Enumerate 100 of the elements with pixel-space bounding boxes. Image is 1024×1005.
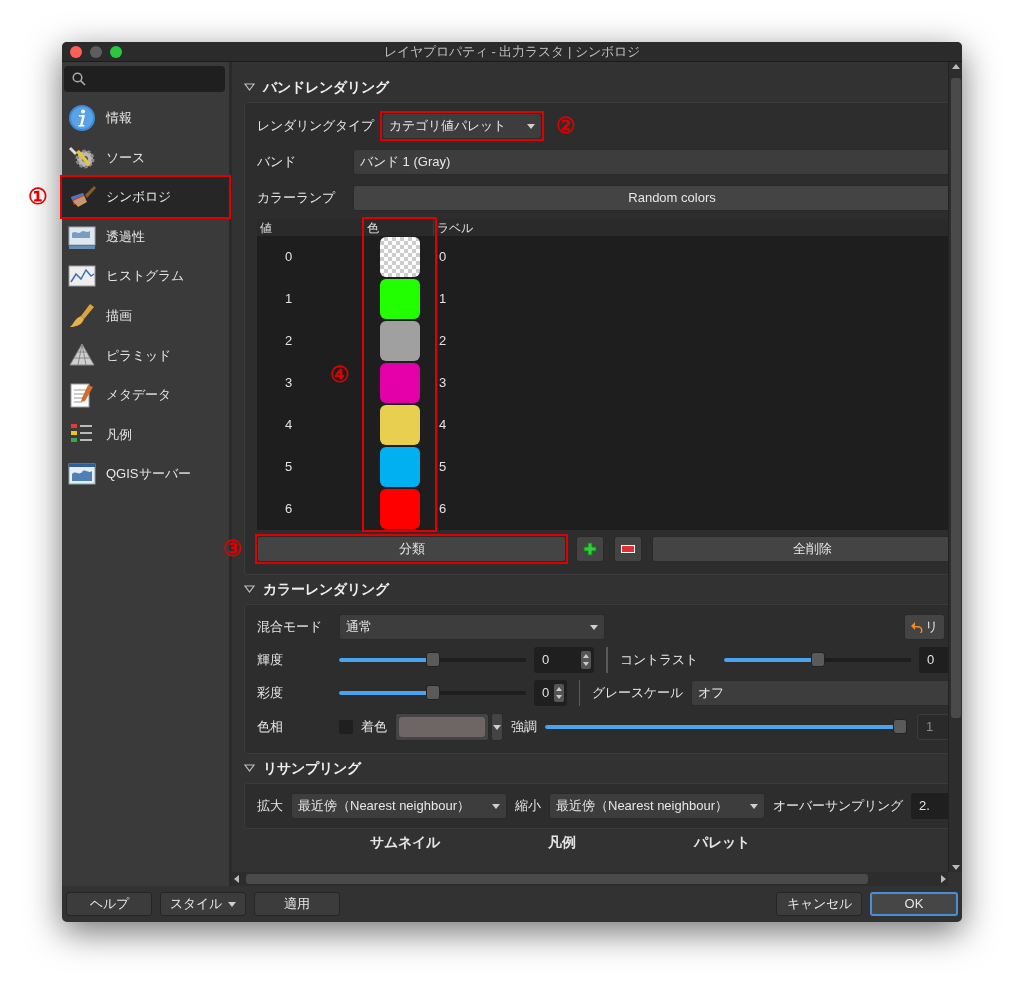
help-button[interactable]: ヘルプ: [66, 892, 152, 916]
plus-icon: [583, 542, 597, 556]
slider-handle[interactable]: [425, 685, 440, 700]
step-number: ②: [556, 115, 576, 137]
collapse-icon[interactable]: [244, 83, 255, 91]
add-button[interactable]: [576, 536, 604, 562]
sidebar-item[interactable]: 透過性: [62, 216, 229, 257]
number-field: 1: [917, 714, 948, 740]
field-label: カラーランプ: [257, 189, 337, 208]
slider-handle[interactable]: [425, 652, 440, 667]
step-number: ①: [28, 186, 48, 208]
field-label: 混合モード: [257, 618, 323, 637]
table-cell: 1: [285, 291, 293, 307]
color-swatch[interactable]: [380, 447, 420, 487]
table-cell: 2: [439, 333, 447, 349]
vertical-scrollbar[interactable]: [948, 62, 962, 872]
sidebar-item[interactable]: 凡例: [62, 414, 229, 455]
field-label: コントラスト: [620, 651, 699, 670]
field-label: バンド: [257, 153, 297, 172]
grayscale-dropdown[interactable]: オフ: [691, 680, 948, 706]
table-cell: 5: [439, 459, 447, 475]
step-number: ③: [223, 538, 243, 560]
section-heading: サムネイル: [370, 833, 440, 851]
number-field[interactable]: 0: [534, 647, 594, 673]
section-heading: パレット: [694, 833, 750, 851]
zoom-in-dropdown[interactable]: 最近傍（Nearest neighbour）: [291, 793, 507, 819]
table-cell: 5: [285, 459, 293, 475]
search-field[interactable]: [64, 66, 225, 92]
horizontal-scrollbar[interactable]: [232, 872, 948, 886]
remove-button[interactable]: [614, 536, 642, 562]
field-label: レンダリングタイプ: [257, 117, 374, 136]
cancel-button[interactable]: キャンセル: [776, 892, 862, 916]
color-swatch[interactable]: [380, 489, 420, 529]
collapse-icon[interactable]: [244, 764, 255, 772]
caret-icon: [492, 803, 500, 809]
field-label: オーバーサンプリング: [773, 797, 903, 816]
table-cell: 0: [439, 249, 447, 265]
color-swatch[interactable]: [380, 363, 420, 403]
slider-handle[interactable]: [810, 652, 825, 667]
band-dropdown[interactable]: バンド 1 (Gray): [353, 149, 948, 175]
sidebar-item[interactable]: メタデータ: [62, 375, 229, 415]
sidebar-item[interactable]: 情報: [62, 98, 229, 138]
spin-arrows-icon[interactable]: [554, 684, 565, 702]
info-icon: [68, 103, 96, 132]
field-label: 色相: [257, 718, 284, 737]
minus-icon: [621, 545, 635, 553]
undo-icon: [911, 621, 923, 633]
table-cell: 3: [285, 375, 293, 391]
field-label: グレースケール: [592, 684, 683, 703]
style-button[interactable]: スタイル: [160, 892, 246, 916]
delete-all-button[interactable]: 全削除: [652, 536, 948, 562]
field-label: 縮小: [515, 797, 541, 816]
table-cell: 2: [285, 333, 293, 349]
number-field[interactable]: 2.: [911, 793, 948, 819]
spin-arrows-icon[interactable]: [581, 651, 591, 669]
sidebar-item[interactable]: 描画: [62, 295, 229, 336]
color-swatch[interactable]: [380, 279, 420, 319]
search-icon: [72, 72, 86, 86]
color-swatch[interactable]: [380, 321, 420, 361]
table-cell: 4: [439, 417, 447, 433]
caret-icon: [590, 624, 598, 630]
table-cell: 4: [285, 417, 293, 433]
color-button[interactable]: [395, 713, 489, 741]
field-label: 拡大: [257, 797, 283, 816]
sidebar-item[interactable]: QGISサーバー: [62, 454, 229, 494]
sidebar-item[interactable]: シンボロジ: [62, 177, 229, 217]
apply-button[interactable]: 適用: [254, 892, 340, 916]
zoom-out-dropdown[interactable]: 最近傍（Nearest neighbour）: [549, 793, 765, 819]
color-menu-button[interactable]: [491, 713, 503, 741]
scroll-left-icon[interactable]: [232, 874, 242, 884]
document-pen-icon: [68, 380, 96, 409]
table-cell: 6: [285, 501, 293, 517]
number-field[interactable]: 0: [919, 647, 948, 673]
number-field[interactable]: 0: [534, 680, 568, 706]
collapse-icon[interactable]: [244, 585, 255, 593]
brush-icon: [68, 301, 96, 330]
classify-button[interactable]: 分類: [257, 536, 566, 562]
scroll-right-icon[interactable]: [938, 874, 948, 884]
sidebar-item[interactable]: ピラミッド: [62, 335, 229, 376]
sidebar-item[interactable]: ソース: [62, 137, 229, 178]
reset-button[interactable]: リ: [904, 614, 945, 640]
step-number: ④: [330, 363, 351, 386]
caret-icon: [750, 803, 758, 809]
zoom-button[interactable]: [110, 45, 122, 58]
field-label: 彩度: [257, 684, 284, 703]
window-title: レイヤプロパティ - 出力ラスタ | シンボロジ: [383, 42, 641, 61]
table-cell: 1: [439, 291, 447, 307]
close-button[interactable]: [70, 45, 82, 58]
column-header: 値: [257, 219, 365, 236]
section-title: バンドレンダリング: [263, 77, 389, 97]
blend-mode-dropdown[interactable]: 通常: [339, 614, 605, 640]
ok-button[interactable]: OK: [870, 892, 958, 916]
color-swatch[interactable]: [380, 405, 420, 445]
sidebar-item[interactable]: ヒストグラム: [62, 256, 229, 296]
section-title: リサンプリング: [263, 758, 361, 778]
color-ramp-button[interactable]: Random colors: [353, 185, 948, 211]
render-type-dropdown[interactable]: カテゴリ値パレット: [382, 113, 542, 139]
field-label: 強調: [511, 718, 537, 737]
transparent-swatch[interactable]: [380, 237, 420, 277]
scroll-down-icon[interactable]: [950, 862, 961, 872]
